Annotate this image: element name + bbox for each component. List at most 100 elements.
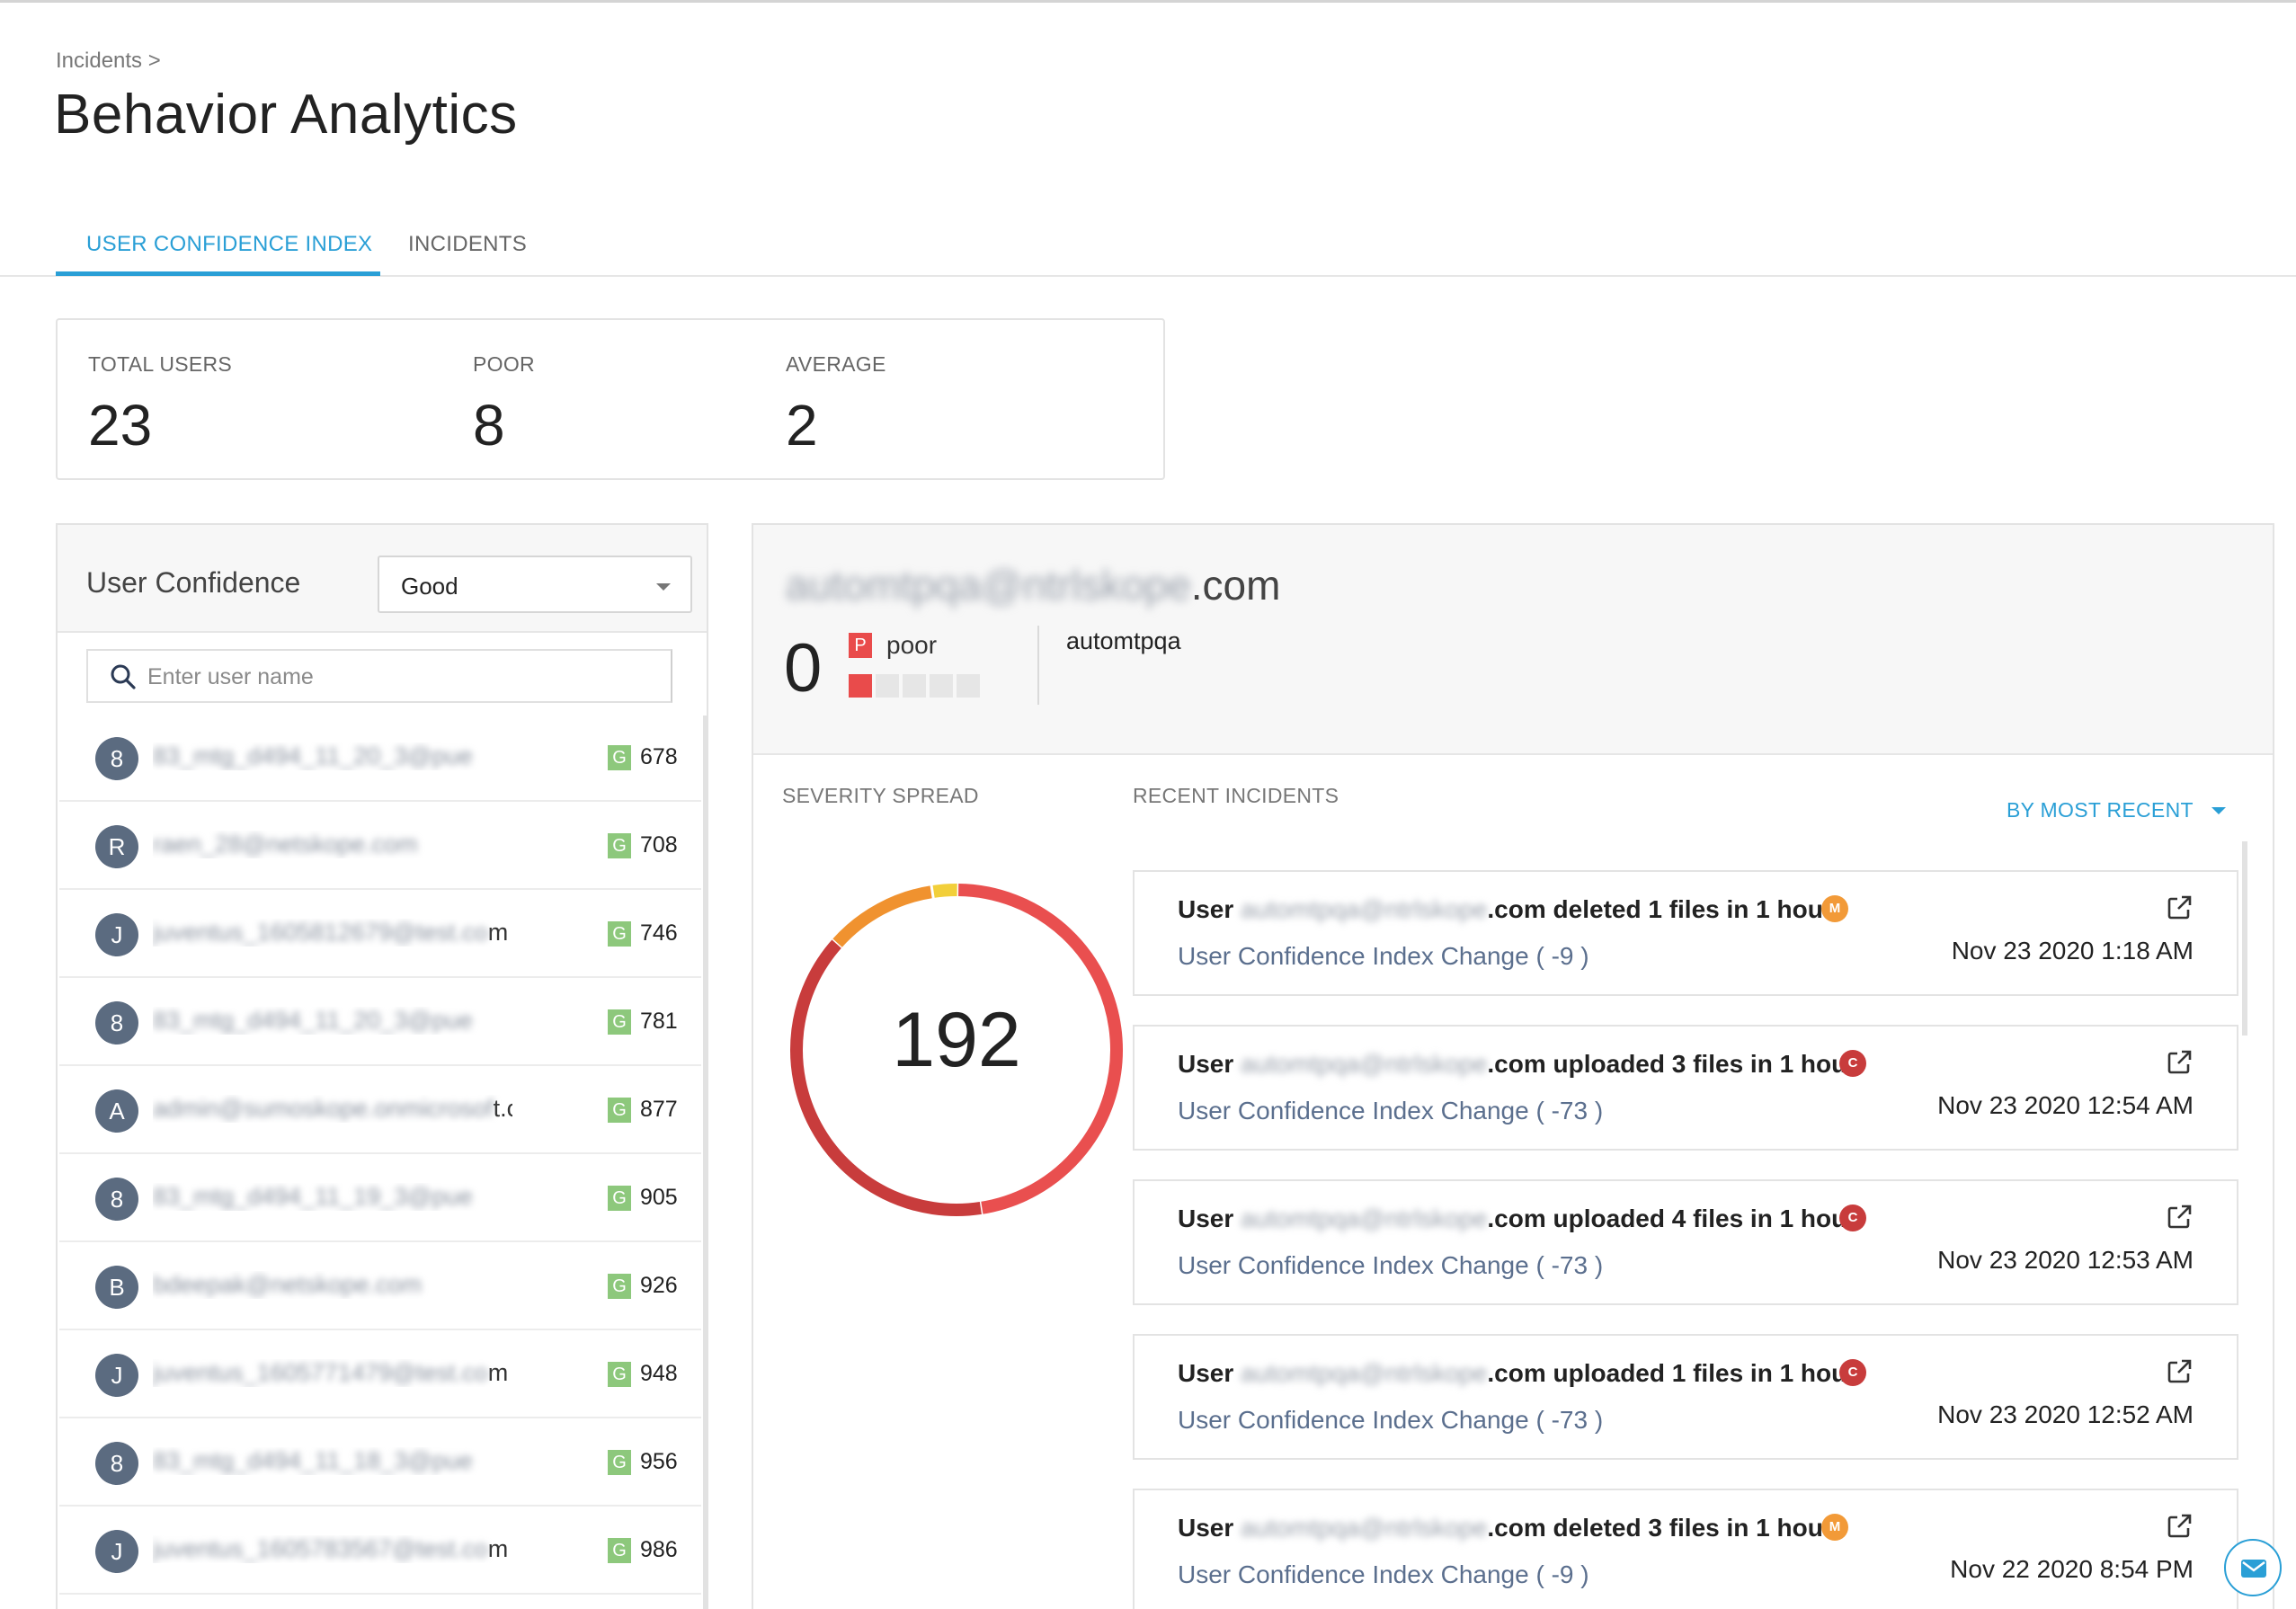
user-score: 956 [640,1449,678,1474]
score-badge: G [608,1538,631,1563]
user-name: bdeepak@netskope.com [153,1271,512,1299]
stat-average-value: 2 [786,393,818,458]
tab-bar: USER CONFIDENCE INDEX INCIDENTS [0,225,2296,277]
score-badge: G [608,1362,631,1387]
divider [1037,626,1039,705]
external-link-icon[interactable] [2165,1512,2194,1541]
rating-badge: P [849,633,872,658]
chevron-down-icon [656,583,671,591]
tab-user-confidence-index[interactable]: USER CONFIDENCE INDEX [86,232,372,257]
incident-prefix: User [1178,1514,1241,1542]
incident-card[interactable]: User automtpqa@ntrlskope.com deleted 3 f… [1133,1489,2238,1609]
user-list-item[interactable]: 8 83_mtg_d494_11_20_3@pue G 678 [59,714,701,802]
rating-bar-segment [930,674,953,698]
incident-user-redacted: automtpqa@ntrlskope [1241,1050,1488,1078]
severity-critical-badge: C [1839,1359,1866,1386]
confidence-filter-select[interactable]: Good [378,556,692,613]
incident-index-change-link[interactable]: User Confidence Index Change ( -9 ) [1178,942,1589,971]
user-name: juventus_1605771479@test.com [153,1359,512,1387]
user-list-scrollbar[interactable] [703,716,708,1609]
incident-date: Nov 23 2020 1:18 AM [1951,937,2194,965]
user-score: 781 [640,1009,678,1034]
incident-action: .com deleted 1 files in 1 hour [1487,895,1833,923]
incident-card[interactable]: User automtpqa@ntrlskope.com uploaded 3 … [1133,1025,2238,1151]
user-name-tail: t.com [493,1095,512,1122]
user-score: 678 [640,744,678,769]
incident-prefix: User [1178,1359,1241,1387]
user-name-redacted: raen_28@netskope.com [153,831,418,858]
user-list-item[interactable]: J juventus_1605783567@test.com G 986 [59,1507,701,1595]
user-name: juventus_1605783567@test.com [153,1535,512,1563]
user-email-redacted: automtpqa@ntrlskope [786,562,1191,609]
tab-incidents[interactable]: INCIDENTS [408,232,527,257]
user-name-tail: m [487,1359,509,1386]
incident-index-change-link[interactable]: User Confidence Index Change ( -73 ) [1178,1097,1603,1125]
incident-index-change-link[interactable]: User Confidence Index Change ( -73 ) [1178,1251,1603,1280]
incident-title: User automtpqa@ntrlskope.com deleted 3 f… [1178,1514,1833,1542]
user-score: 926 [640,1273,678,1298]
user-username: automtpqa [1066,627,1181,654]
incident-action: .com uploaded 4 files in 1 hour [1487,1205,1857,1232]
avatar: J [95,1354,138,1397]
severity-total: 192 [892,997,1021,1083]
page-title: Behavior Analytics [54,84,518,146]
user-confidence-score: 0 [784,630,823,707]
user-list-item[interactable]: J juventus_1605812679@test.com G 746 [59,890,701,978]
user-score: 877 [640,1097,678,1122]
incident-card[interactable]: User automtpqa@ntrlskope.com uploaded 4 … [1133,1179,2238,1305]
user-email: automtpqa@ntrlskope.com [786,561,1280,609]
user-search-input[interactable] [147,660,651,694]
mail-button[interactable] [2224,1539,2282,1596]
user-name-redacted: bdeepak@netskope.com [153,1271,423,1298]
incident-prefix: User [1178,1205,1241,1232]
incident-action: .com uploaded 3 files in 1 hour [1487,1050,1857,1078]
incident-date: Nov 23 2020 12:53 AM [1937,1246,2194,1274]
user-name: admin@sumoskope.onmicrosoft.com [153,1095,512,1123]
external-link-icon[interactable] [2165,1357,2194,1386]
user-list-item[interactable]: 8 83_mtg_d494_11_19_3@pue G 905 [59,1154,701,1242]
incident-title: User automtpqa@ntrlskope.com uploaded 4 … [1178,1205,1856,1233]
incident-list-scrollbar[interactable] [2242,841,2247,1036]
user-list-item[interactable]: R raen_28@netskope.com G 708 [59,802,701,890]
incident-card[interactable]: User automtpqa@ntrlskope.com uploaded 1 … [1133,1334,2238,1460]
top-border [0,0,2296,3]
avatar: 8 [95,1001,138,1045]
sort-dropdown[interactable]: BY MOST RECENT [2007,798,2194,822]
donut-segment-low [931,884,959,898]
incident-user-redacted: automtpqa@ntrlskope [1241,1359,1488,1387]
rating-bar-segment [849,674,872,698]
user-list-item[interactable]: B bdeepak@netskope.com G 926 [59,1242,701,1330]
recent-incidents-label: RECENT INCIDENTS [1133,784,1339,807]
user-score: 708 [640,832,678,858]
incident-prefix: User [1178,1050,1241,1078]
user-list-item[interactable]: 8 83_mtg_d494_11_18_3@pue G 956 [59,1418,701,1507]
incident-date: Nov 23 2020 12:54 AM [1937,1091,2194,1119]
external-link-icon[interactable] [2165,1048,2194,1077]
user-search-box[interactable] [86,649,672,703]
severity-medium-badge: M [1821,895,1848,922]
donut-segment-medium [832,885,934,947]
stat-total-users-label: TOTAL USERS [88,352,233,376]
user-name-redacted: admin@sumoskope.onmicrosof [153,1095,494,1122]
severity-critical-badge: C [1839,1050,1866,1077]
external-link-icon[interactable] [2165,1203,2194,1231]
chevron-down-icon[interactable] [2211,807,2226,814]
user-list-item[interactable]: A admin@sumoskope.onmicrosoft.com G 877 [59,1066,701,1154]
user-name-redacted: 83_mtg_d494_11_19_3@pue [153,1183,473,1210]
incident-index-change-link[interactable]: User Confidence Index Change ( -9 ) [1178,1560,1589,1589]
incident-index-change-link[interactable]: User Confidence Index Change ( -73 ) [1178,1406,1603,1435]
incident-title: User automtpqa@ntrlskope.com uploaded 1 … [1178,1359,1856,1388]
incident-card[interactable]: User automtpqa@ntrlskope.com deleted 1 f… [1133,870,2238,996]
user-name: 83_mtg_d494_11_18_3@pue [153,1447,512,1475]
user-list-item[interactable]: 8 83_mtg_d494_11_20_3@pue G 781 [59,978,701,1066]
external-link-icon[interactable] [2165,893,2194,922]
breadcrumb[interactable]: Incidents > [56,49,161,74]
score-badge: G [608,921,631,947]
user-list-item[interactable]: J juventus_1605771479@test.com G 948 [59,1330,701,1418]
score-badge: G [608,1009,631,1035]
avatar: 8 [95,737,138,780]
user-score: 986 [640,1537,678,1562]
score-badge: G [608,1450,631,1475]
severity-spread-label: SEVERITY SPREAD [782,784,979,807]
stat-total-users-value: 23 [88,393,153,458]
